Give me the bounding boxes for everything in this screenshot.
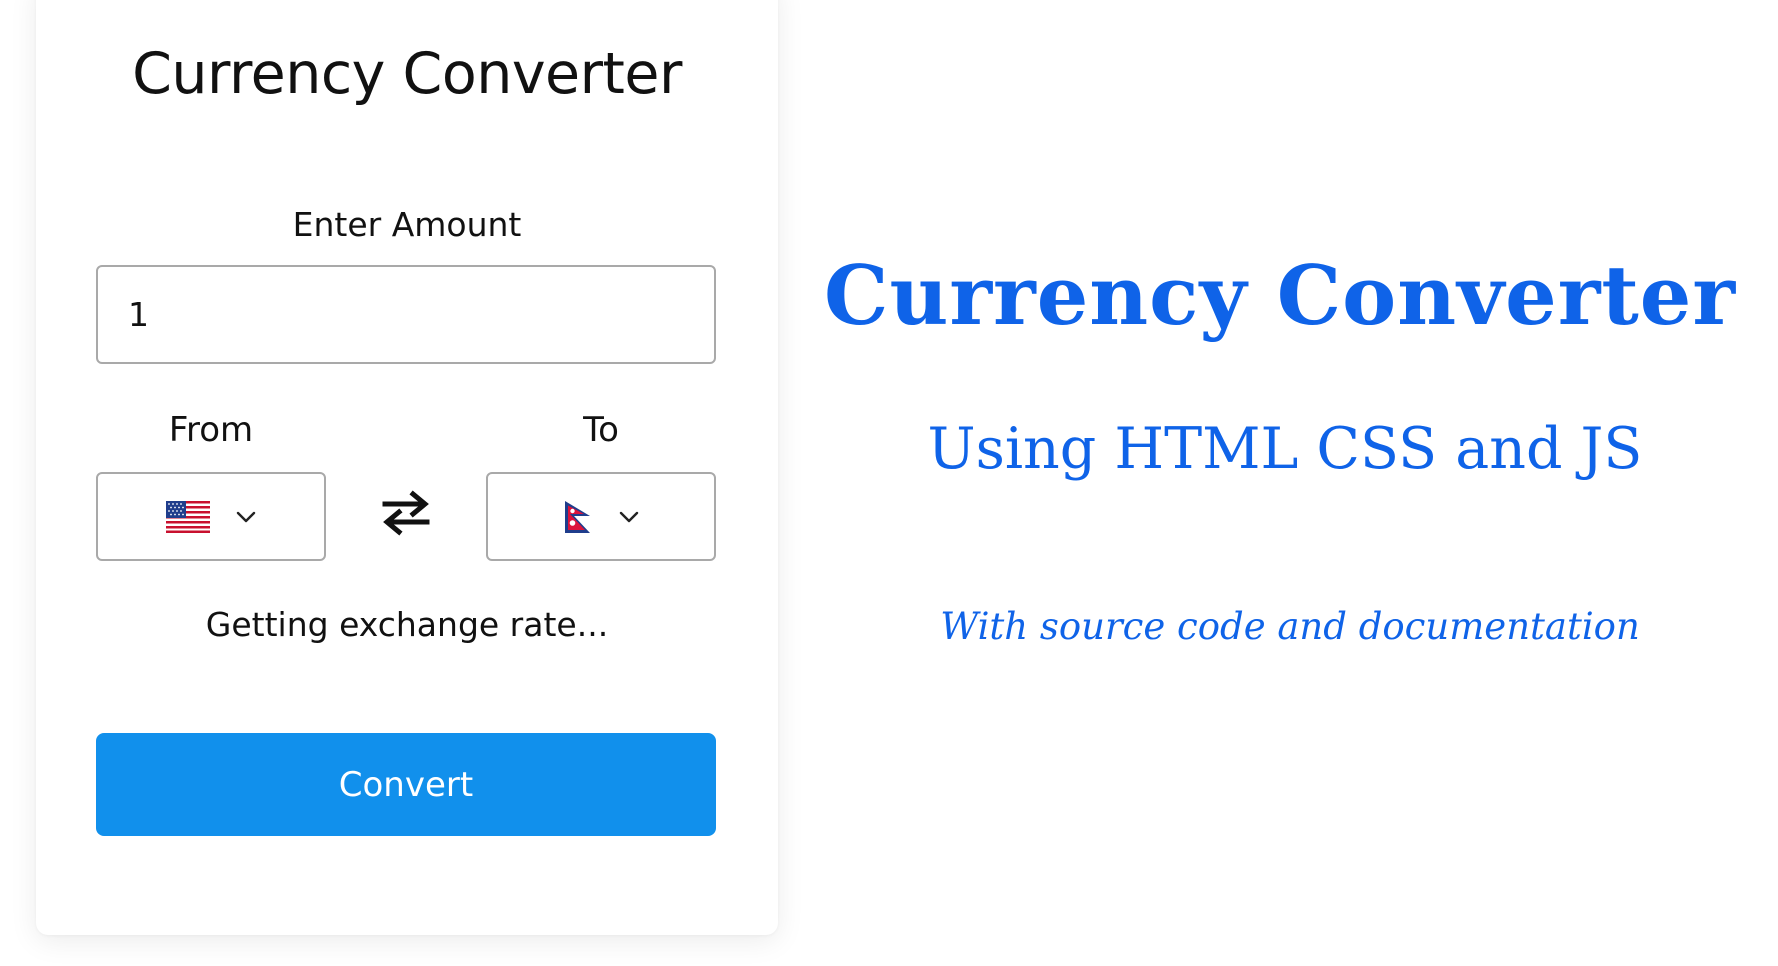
hero-note: With source code and documentation bbox=[940, 605, 1640, 648]
chevron-down-icon bbox=[236, 511, 256, 523]
amount-label: Enter Amount bbox=[292, 205, 522, 244]
converter-title: Currency Converter bbox=[132, 41, 682, 107]
hero-subtitle: Using HTML CSS and JS bbox=[927, 416, 1643, 482]
nepal-flag-icon bbox=[563, 500, 593, 534]
convert-button[interactable]: Convert bbox=[96, 733, 716, 836]
us-flag-icon bbox=[166, 500, 210, 533]
to-label: To bbox=[583, 410, 619, 450]
from-currency-select[interactable] bbox=[96, 472, 326, 561]
swap-currencies-icon[interactable] bbox=[381, 490, 431, 536]
amount-input[interactable] bbox=[96, 265, 716, 364]
exchange-rate-status: Getting exchange rate... bbox=[205, 605, 609, 644]
converter-card: Currency Converter Enter Amount From To bbox=[36, 0, 778, 935]
chevron-down-icon bbox=[619, 511, 639, 523]
hero-title: Currency Converter bbox=[823, 249, 1736, 344]
from-label: From bbox=[168, 410, 254, 450]
to-currency-select[interactable] bbox=[486, 472, 716, 561]
